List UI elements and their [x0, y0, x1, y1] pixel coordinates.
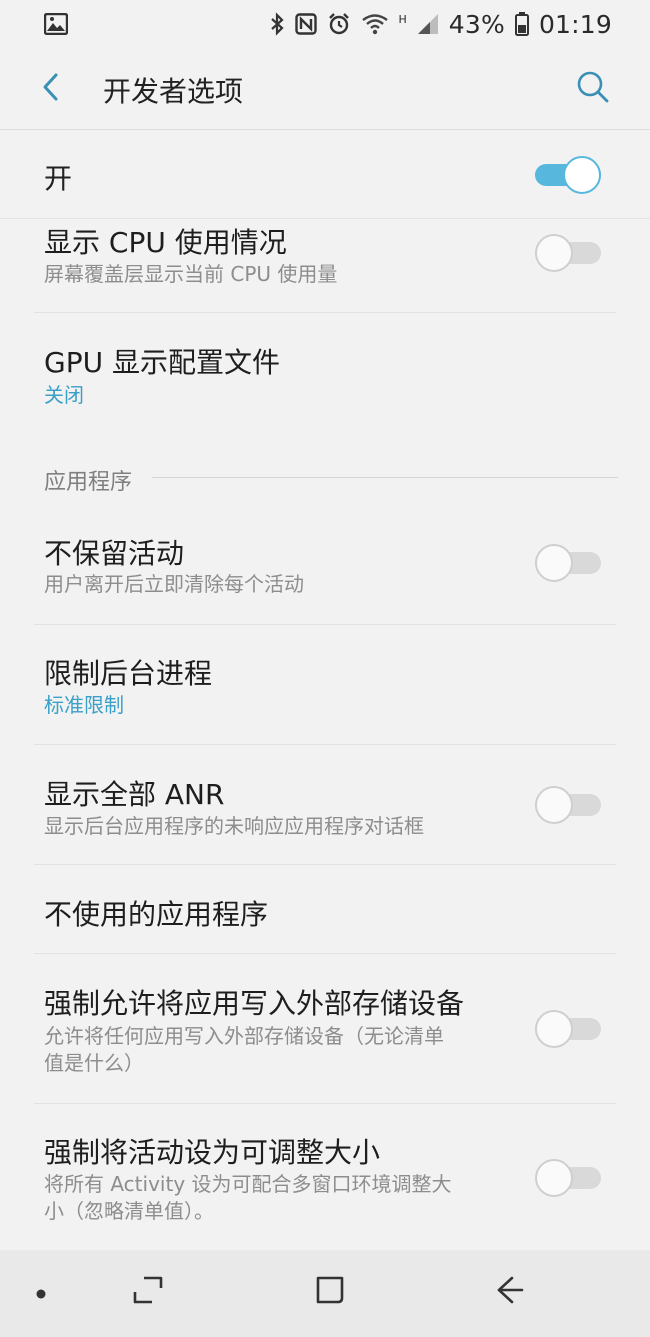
setting-inactive-apps[interactable]: 不使用的应用程序 — [0, 865, 650, 953]
setting-force-resizable-activities[interactable]: 强制将活动设为可调整大小 将所有 Activity 设为可配合多窗口环境调整大 … — [0, 1104, 650, 1249]
show-all-anr-toggle[interactable] — [535, 786, 601, 824]
toggle-knob — [535, 234, 573, 272]
network-type-label: H — [398, 12, 407, 26]
gallery-icon — [44, 13, 68, 35]
recents-button[interactable] — [128, 1272, 168, 1312]
battery-icon — [514, 12, 529, 36]
setting-subtitle-line-1: 允许将任何应用写入外部存储设备（无论清单 — [44, 1024, 444, 1048]
search-button[interactable] — [572, 68, 614, 110]
recents-icon — [132, 1275, 164, 1309]
section-header-apps: 应用程序 — [44, 470, 133, 495]
setting-show-all-anr[interactable]: 显示全部 ANR 显示后台应用程序的未响应应用程序对话框 — [0, 745, 650, 864]
navigation-bar — [0, 1250, 650, 1337]
setting-title: 限制后台进程 — [44, 657, 213, 690]
setting-dont-keep-activities[interactable]: 不保留活动 用户离开后立即清除每个活动 — [0, 516, 650, 623]
dot-icon — [36, 1284, 46, 1303]
setting-value: 关闭 — [44, 383, 84, 407]
home-icon — [314, 1274, 346, 1310]
back-button[interactable] — [30, 68, 72, 110]
bluetooth-icon — [269, 12, 285, 36]
setting-title: 显示 CPU 使用情况 — [44, 226, 287, 259]
signal-icon — [417, 13, 439, 35]
dont-keep-activities-toggle[interactable] — [535, 544, 601, 582]
setting-subtitle-line-1: 将所有 Activity 设为可配合多窗口环境调整大 — [44, 1172, 452, 1196]
clock: 01:19 — [538, 9, 612, 39]
master-toggle[interactable] — [535, 156, 601, 194]
back-icon — [494, 1274, 526, 1310]
setting-title: 显示全部 ANR — [44, 778, 225, 811]
setting-title: 强制将活动设为可调整大小 — [44, 1136, 381, 1169]
home-button[interactable] — [310, 1272, 350, 1312]
battery-percent: 43% — [448, 9, 505, 39]
setting-subtitle-line-2: 小（忽略清单值）。 — [44, 1199, 214, 1223]
setting-subtitle: 用户离开后立即清除每个活动 — [44, 572, 304, 596]
section-divider — [152, 477, 618, 478]
force-resizable-toggle[interactable] — [535, 1159, 601, 1197]
toggle-knob — [535, 1159, 573, 1197]
app-bar: 开发者选项 — [0, 48, 650, 130]
nav-dot-button[interactable] — [30, 1282, 52, 1304]
setting-force-allow-external-storage[interactable]: 强制允许将应用写入外部存储设备 允许将任何应用写入外部存储设备（无论清单 值是什… — [0, 954, 650, 1102]
toggle-knob — [535, 1010, 573, 1048]
page-title: 开发者选项 — [103, 75, 244, 108]
nfc-icon — [294, 13, 317, 35]
setting-title: 不保留活动 — [44, 537, 185, 570]
setting-gpu-profile[interactable]: GPU 显示配置文件 关闭 — [0, 313, 650, 423]
status-bar: H 43% 01:19 — [0, 0, 650, 48]
setting-subtitle-line-2: 值是什么） — [44, 1051, 144, 1075]
toggle-knob — [535, 786, 573, 824]
master-switch-row[interactable]: 开 — [0, 131, 650, 219]
setting-subtitle: 屏幕覆盖层显示当前 CPU 使用量 — [44, 262, 338, 286]
setting-subtitle: 显示后台应用程序的未响应应用程序对话框 — [44, 814, 424, 838]
master-switch-label: 开 — [44, 162, 73, 195]
setting-background-process-limit[interactable]: 限制后台进程 标准限制 — [0, 625, 650, 743]
setting-title: 不使用的应用程序 — [44, 898, 269, 931]
search-icon — [576, 70, 610, 108]
wifi-icon — [361, 13, 389, 35]
back-arrow-icon — [40, 72, 62, 106]
force-external-storage-toggle[interactable] — [535, 1010, 601, 1048]
back-nav-button[interactable] — [490, 1272, 530, 1312]
setting-value: 标准限制 — [44, 693, 124, 717]
cpu-usage-toggle[interactable] — [535, 234, 601, 272]
toggle-knob — [563, 156, 601, 194]
alarm-icon — [327, 12, 351, 36]
setting-show-cpu-usage[interactable]: 显示 CPU 使用情况 屏幕覆盖层显示当前 CPU 使用量 — [0, 220, 650, 312]
toggle-knob — [535, 544, 573, 582]
setting-title: GPU 显示配置文件 — [44, 346, 280, 379]
setting-title: 强制允许将应用写入外部存储设备 — [44, 987, 465, 1020]
